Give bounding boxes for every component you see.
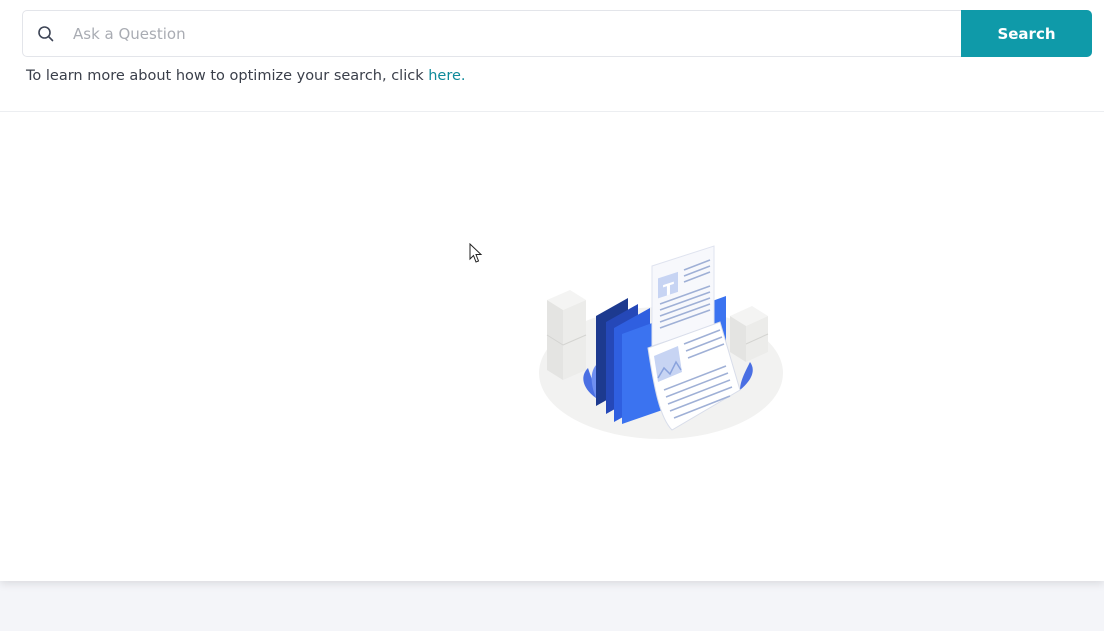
right-cabinet-illustration: [730, 306, 769, 362]
search-panel: Search To learn more about how to optimi…: [0, 0, 1104, 581]
svg-text:T: T: [663, 278, 675, 300]
documents-illustration: T: [539, 245, 783, 439]
search-input[interactable]: [69, 11, 961, 56]
help-link[interactable]: here.: [428, 68, 465, 84]
left-cabinet-illustration: [546, 290, 587, 380]
mouse-cursor-icon: [469, 243, 483, 263]
search-help-label: To learn more about how to optimize your…: [26, 68, 429, 84]
divider: [0, 111, 1104, 112]
search-button[interactable]: Search: [961, 10, 1092, 57]
search-icon: [23, 11, 69, 56]
search-bar: Search: [22, 10, 1092, 57]
search-help-text: To learn more about how to optimize your…: [26, 68, 466, 84]
